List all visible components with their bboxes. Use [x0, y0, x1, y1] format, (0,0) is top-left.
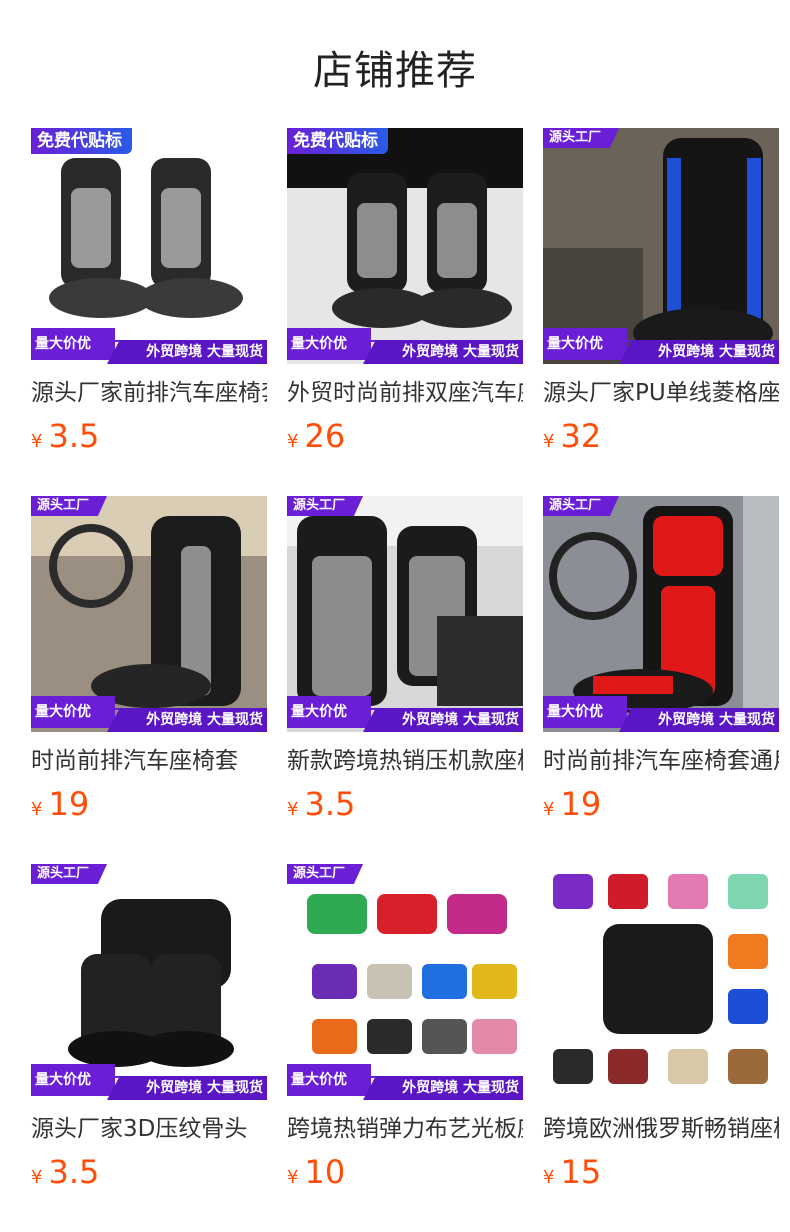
page-title: 店铺推荐: [313, 48, 477, 94]
product-image[interactable]: 源头工厂 量大价优 外贸跨境 大量现货: [543, 496, 779, 732]
price-value: 10: [304, 1153, 346, 1191]
price-value: 32: [560, 417, 602, 455]
promo-band: 量大价优 外贸跨境 大量现货: [31, 692, 267, 732]
factory-badge: 源头工厂: [543, 128, 620, 148]
currency-symbol: ¥: [543, 431, 555, 452]
currency-symbol: ¥: [287, 1167, 299, 1188]
product-price: ¥3.5: [31, 1154, 99, 1196]
product-price: ¥32: [543, 418, 601, 460]
product-title[interactable]: 跨境热销弹力布艺光板座椅套: [287, 1114, 523, 1144]
price-value: 19: [48, 785, 90, 823]
product-title[interactable]: 时尚前排汽车座椅套: [31, 746, 267, 776]
product-image[interactable]: [543, 864, 779, 1100]
currency-symbol: ¥: [31, 1167, 43, 1188]
price-value: 3.5: [48, 1153, 100, 1191]
crossborder-label: 外贸跨境 大量现货: [619, 340, 779, 364]
product-image[interactable]: 源头工厂 量大价优 外贸跨境 大量现货: [287, 496, 523, 732]
currency-symbol: ¥: [31, 799, 43, 820]
factory-badge: 源头工厂: [287, 864, 364, 884]
factory-badge: 源头工厂: [287, 496, 364, 516]
promo-band: 量大价优 外贸跨境 大量现货: [287, 324, 523, 364]
product-price: ¥19: [31, 786, 89, 828]
product-image[interactable]: 免费代贴标 量大价优 外贸跨境 大量现货: [287, 128, 523, 364]
product-image[interactable]: 源头工厂 量大价优 外贸跨境 大量现货: [287, 864, 523, 1100]
bulk-discount-label: 量大价优: [543, 328, 627, 360]
bulk-discount-label: 量大价优: [287, 1064, 371, 1096]
price-value: 3.5: [48, 417, 100, 455]
factory-badge: 源头工厂: [31, 864, 108, 884]
promo-band: 量大价优 外贸跨境 大量现货: [287, 1060, 523, 1100]
product-price: ¥15: [543, 1154, 601, 1196]
promo-band: 量大价优 外贸跨境 大量现货: [543, 324, 779, 364]
product-title[interactable]: 源头厂家前排汽车座椅套: [31, 378, 267, 408]
factory-badge: 源头工厂: [543, 496, 620, 516]
currency-symbol: ¥: [543, 799, 555, 820]
seat-illustration: [543, 864, 779, 1100]
product-price: ¥3.5: [31, 418, 99, 460]
product-image[interactable]: 源头工厂 量大价优 外贸跨境 大量现货: [31, 496, 267, 732]
promo-band: 量大价优 外贸跨境 大量现货: [31, 324, 267, 364]
crossborder-label: 外贸跨境 大量现货: [363, 1076, 523, 1100]
bulk-discount-label: 量大价优: [31, 696, 115, 728]
price-value: 26: [304, 417, 346, 455]
product-price: ¥10: [287, 1154, 345, 1196]
free-label-badge: 免费代贴标: [31, 128, 132, 154]
product-price: ¥26: [287, 418, 345, 460]
free-label-badge: 免费代贴标: [287, 128, 388, 154]
product-title[interactable]: 源头厂家3D压纹骨头: [31, 1114, 267, 1144]
price-value: 19: [560, 785, 602, 823]
currency-symbol: ¥: [287, 799, 299, 820]
product-title[interactable]: 新款跨境热销压机款座椅套: [287, 746, 523, 776]
currency-symbol: ¥: [287, 431, 299, 452]
currency-symbol: ¥: [543, 1167, 555, 1188]
bulk-discount-label: 量大价优: [31, 1064, 115, 1096]
bulk-discount-label: 量大价优: [31, 328, 115, 360]
product-price: ¥19: [543, 786, 601, 828]
product-title[interactable]: 时尚前排汽车座椅套通用: [543, 746, 779, 776]
promo-band: 量大价优 外贸跨境 大量现货: [287, 692, 523, 732]
crossborder-label: 外贸跨境 大量现货: [107, 1076, 267, 1100]
product-title[interactable]: 跨境欧洲俄罗斯畅销座椅套: [543, 1114, 779, 1144]
bulk-discount-label: 量大价优: [543, 696, 627, 728]
product-title[interactable]: 外贸时尚前排双座汽车座椅套: [287, 378, 523, 408]
bulk-discount-label: 量大价优: [287, 696, 371, 728]
crossborder-label: 外贸跨境 大量现货: [619, 708, 779, 732]
product-image[interactable]: 源头工厂 量大价优 外贸跨境 大量现货: [31, 864, 267, 1100]
currency-symbol: ¥: [31, 431, 43, 452]
product-image[interactable]: 源头工厂 量大价优 外贸跨境 大量现货: [543, 128, 779, 364]
factory-badge: 源头工厂: [31, 496, 108, 516]
promo-band: 量大价优 外贸跨境 大量现货: [31, 1060, 267, 1100]
product-image[interactable]: 免费代贴标 量大价优 外贸跨境 大量现货: [31, 128, 267, 364]
product-title[interactable]: 源头厂家PU单线菱格座椅套: [543, 378, 779, 408]
crossborder-label: 外贸跨境 大量现货: [107, 340, 267, 364]
product-price: ¥3.5: [287, 786, 355, 828]
bulk-discount-label: 量大价优: [287, 328, 371, 360]
crossborder-label: 外贸跨境 大量现货: [107, 708, 267, 732]
crossborder-label: 外贸跨境 大量现货: [363, 340, 523, 364]
promo-band: 量大价优 外贸跨境 大量现货: [543, 692, 779, 732]
crossborder-label: 外贸跨境 大量现货: [363, 708, 523, 732]
price-value: 3.5: [304, 785, 356, 823]
price-value: 15: [560, 1153, 602, 1191]
